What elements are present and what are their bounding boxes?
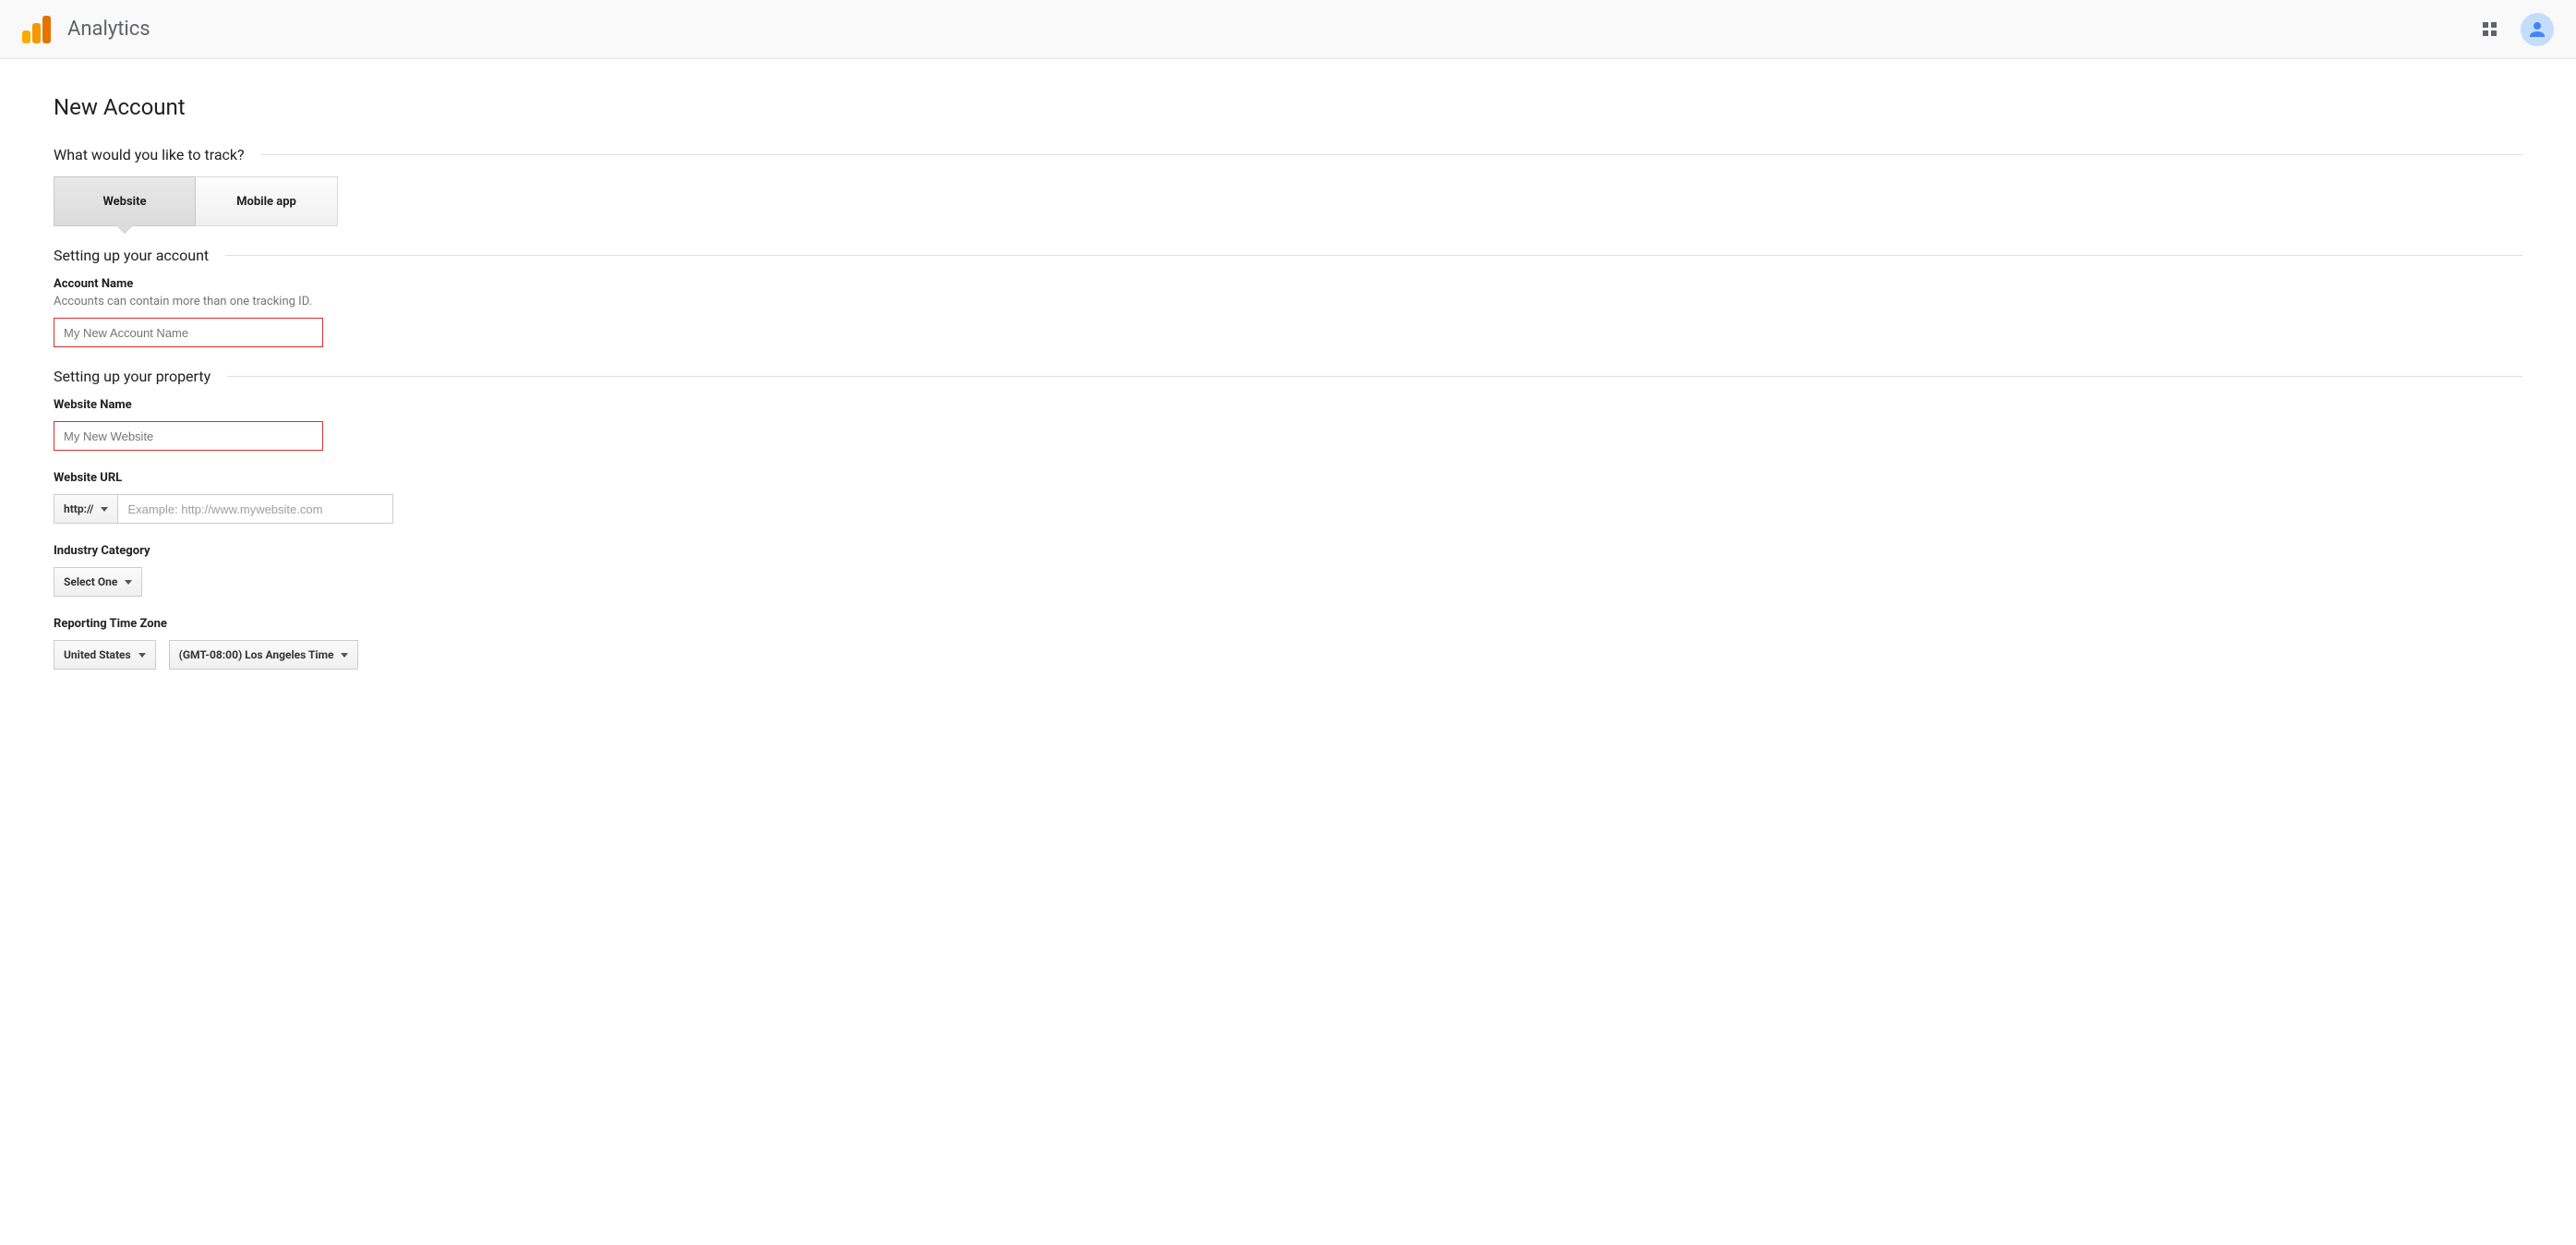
app-title: Analytics	[67, 18, 150, 41]
timezone-country-value: United States	[64, 648, 131, 661]
timezone-value-select[interactable]: (GMT-08:00) Los Angeles Time	[169, 640, 359, 670]
section-heading-account-label: Setting up your account	[54, 247, 209, 264]
caret-down-icon	[125, 580, 132, 585]
section-heading-account: Setting up your account	[54, 247, 2522, 264]
user-avatar[interactable]	[2521, 13, 2554, 46]
timezone-value: (GMT-08:00) Los Angeles Time	[179, 648, 334, 661]
app-header: Analytics	[0, 0, 2576, 59]
account-name-label: Account Name	[54, 277, 2522, 291]
account-name-desc: Accounts can contain more than one track…	[54, 295, 2522, 308]
apps-grid-icon[interactable]	[2477, 17, 2502, 42]
industry-category-select[interactable]: Select One	[54, 567, 142, 597]
caret-down-icon	[138, 653, 146, 658]
industry-category-value: Select One	[64, 575, 117, 588]
timezone-country-select[interactable]: United States	[54, 640, 156, 670]
track-type-tabs: Website Mobile app	[54, 176, 2522, 226]
tab-website[interactable]: Website	[54, 176, 196, 226]
main-content: New Account What would you like to track…	[0, 59, 2576, 725]
website-url-input[interactable]	[118, 494, 393, 524]
reporting-timezone-label: Reporting Time Zone	[54, 617, 2522, 631]
protocol-select[interactable]: http://	[54, 494, 118, 524]
field-account-name: Account Name Accounts can contain more t…	[54, 277, 2522, 347]
section-heading-track-label: What would you like to track?	[54, 146, 245, 163]
tab-mobile-app-label: Mobile app	[236, 195, 296, 209]
website-name-label: Website Name	[54, 398, 2522, 412]
caret-down-icon	[341, 653, 348, 658]
protocol-select-value: http://	[64, 502, 93, 515]
section-heading-property: Setting up your property	[54, 368, 2522, 385]
analytics-logo-icon	[22, 16, 51, 43]
account-name-input[interactable]	[54, 318, 323, 347]
tab-website-label: Website	[102, 195, 146, 209]
field-website-url: Website URL http://	[54, 471, 2522, 524]
field-website-name: Website Name	[54, 398, 2522, 451]
industry-category-label: Industry Category	[54, 544, 2522, 558]
field-industry-category: Industry Category Select One	[54, 544, 2522, 597]
caret-down-icon	[101, 507, 108, 512]
tab-mobile-app[interactable]: Mobile app	[196, 176, 338, 226]
section-heading-property-label: Setting up your property	[54, 368, 211, 385]
page-title: New Account	[54, 94, 2522, 120]
website-url-label: Website URL	[54, 471, 2522, 485]
website-name-input[interactable]	[54, 421, 323, 451]
section-heading-track: What would you like to track?	[54, 146, 2522, 163]
field-reporting-timezone: Reporting Time Zone United States (GMT-0…	[54, 617, 2522, 670]
